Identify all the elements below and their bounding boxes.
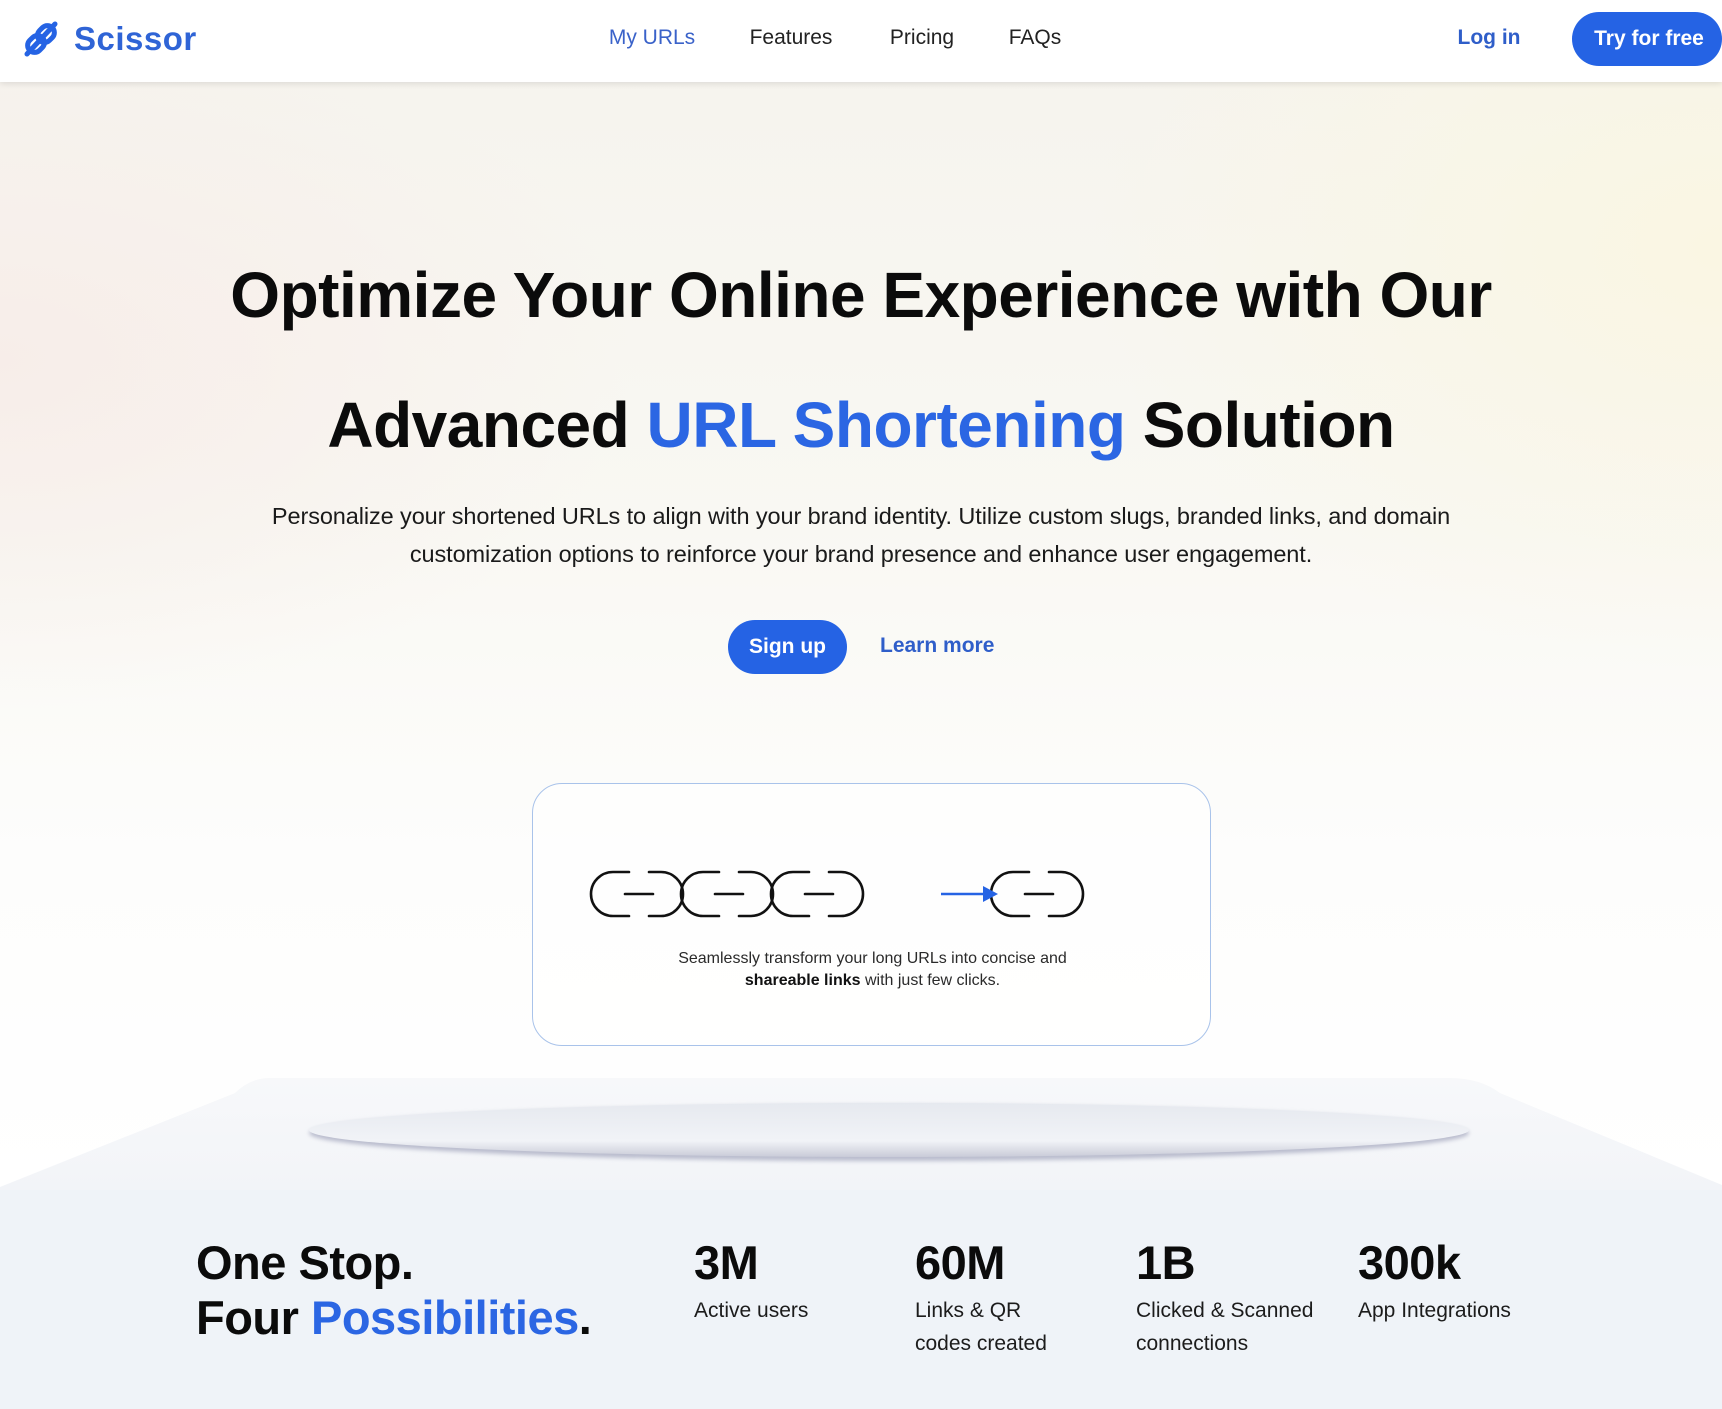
headline-text: Solution: [1125, 389, 1395, 461]
tagline-text: Four: [196, 1291, 311, 1344]
nav-faqs[interactable]: FAQs: [1009, 26, 1062, 50]
illustration-card: Seamlessly transform your long URLs into…: [532, 783, 1211, 1046]
stat-active-users: 3M Active users: [694, 1235, 894, 1327]
nav-pricing[interactable]: Pricing: [890, 26, 954, 50]
stat-label-line: codes created: [915, 1332, 1047, 1355]
hero-headline-line1: Optimize Your Online Experience with Our: [230, 259, 1492, 331]
stat-label-line: App Integrations: [1358, 1299, 1511, 1322]
card-caption-line1: Seamlessly transform your long URLs into…: [678, 950, 1067, 967]
chain-illustration: [589, 870, 1085, 918]
stat-app-integrations: 300k App Integrations: [1358, 1235, 1558, 1327]
stat-value: 60M: [915, 1236, 1005, 1289]
stat-value: 300k: [1358, 1236, 1461, 1289]
nav-my-urls[interactable]: My URLs: [609, 26, 695, 50]
stat-label: Active users: [694, 1294, 894, 1327]
stats-tagline-line2: Four Possibilities.: [196, 1290, 592, 1345]
try-for-free-button[interactable]: Try for free: [1572, 12, 1722, 66]
sign-up-button[interactable]: Sign up: [728, 620, 847, 674]
hero-headline-line2: Advanced URL Shortening Solution: [0, 388, 1722, 462]
caption-text: with just few clicks.: [860, 972, 1001, 989]
chain-link-icon: [24, 21, 58, 57]
site-header: Scissor My URLs Features Pricing FAQs Lo…: [0, 0, 1722, 82]
long-chain-icon: [589, 870, 865, 918]
tagline-accent: Possibilities: [310, 1291, 579, 1344]
stat-label-line: Links & QR: [915, 1299, 1022, 1322]
brand-logo[interactable]: Scissor: [20, 18, 197, 60]
stats-tagline-line1: One Stop.: [196, 1236, 414, 1289]
stats-section: One Stop. Four Possibilities. 3M Active …: [0, 1190, 1722, 1409]
stat-label: Links & QR codes created: [915, 1294, 1115, 1360]
nav-features[interactable]: Features: [750, 26, 833, 50]
pedestal-graphic: [0, 1078, 1722, 1195]
caption-bold: shareable links: [744, 972, 861, 989]
card-caption-line2: shareable links with just few clicks.: [533, 972, 1212, 990]
stat-label-line: connections: [1136, 1332, 1249, 1355]
brand-name: Scissor: [74, 20, 197, 57]
stat-value: 3M: [694, 1236, 759, 1289]
hero-description-line2: customization options to reinforce your …: [409, 541, 1313, 567]
learn-more-link[interactable]: Learn more: [880, 634, 994, 658]
tagline-text: .: [578, 1291, 592, 1344]
headline-text: Advanced: [327, 389, 647, 461]
short-chain-icon: [989, 870, 1085, 918]
hero-description-line1: Personalize your shortened URLs to align…: [271, 503, 1451, 529]
headline-accent: URL Shortening: [646, 389, 1126, 461]
stat-value: 1B: [1136, 1236, 1196, 1289]
login-link[interactable]: Log in: [1458, 26, 1521, 50]
stat-clicked-scanned: 1B Clicked & Scanned connections: [1136, 1235, 1336, 1360]
stat-label: Clicked & Scanned connections: [1136, 1294, 1336, 1360]
stat-label-line: Clicked & Scanned: [1136, 1299, 1314, 1322]
stat-label: App Integrations: [1358, 1294, 1558, 1327]
arrow-right-icon: [941, 886, 998, 902]
stat-links-qr: 60M Links & QR codes created: [915, 1235, 1115, 1360]
stat-label-line: Active users: [694, 1299, 809, 1322]
